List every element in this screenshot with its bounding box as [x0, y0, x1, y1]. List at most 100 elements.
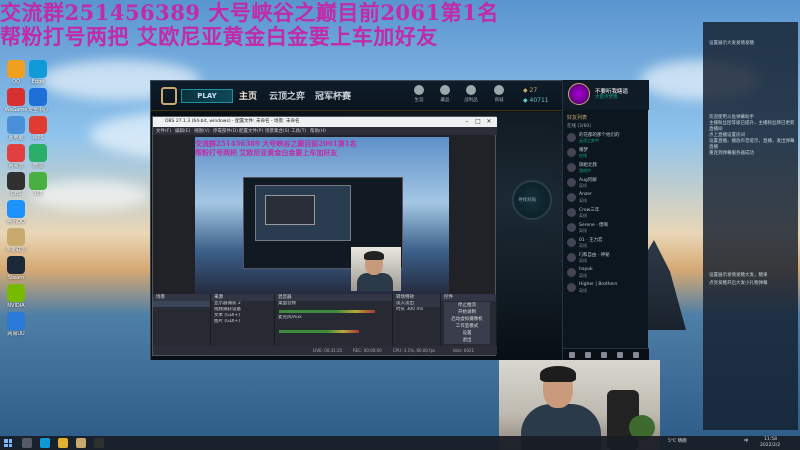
rec-time: REC: 00:00:00: [353, 348, 382, 353]
desktop-icon[interactable]: Steam: [2, 256, 30, 282]
audio-mixer-dock: 混音器 桌面音频 麦克风/Aux: [275, 294, 393, 346]
menu-edit[interactable]: 编辑(E): [175, 128, 190, 134]
mixer-track-mic: 麦克风/Aux: [278, 315, 302, 320]
input-language[interactable]: 中: [744, 438, 749, 444]
play-button[interactable]: PLAY: [181, 89, 233, 103]
stop-streaming-button[interactable]: 停止推流: [444, 302, 490, 309]
desktop-icon[interactable]: 网易UU: [2, 312, 30, 338]
clock-time[interactable]: 11:58: [764, 437, 777, 442]
friend-item[interactable]: Crow三年 离线: [567, 207, 647, 219]
friend-status: 离线: [579, 228, 587, 233]
nav-loot[interactable]: 战利品: [459, 85, 483, 103]
desktop-icon[interactable]: WPS: [24, 116, 52, 142]
weather[interactable]: 5°C 晴朗: [668, 438, 687, 444]
app-icon: [29, 88, 47, 106]
desktop-icon[interactable]: 腾讯QQ: [2, 200, 30, 226]
start-recording-button[interactable]: 开始录制: [444, 309, 490, 316]
menu-help[interactable]: 帮助(H): [310, 128, 326, 134]
app-icon: [7, 60, 25, 78]
friend-status: 游戏中: [579, 168, 591, 173]
league-taskbar-icon[interactable]: [76, 438, 86, 448]
search-icon[interactable]: [22, 438, 32, 448]
desktop-icon[interactable]: 英雄联盟: [2, 228, 30, 254]
menu-profile[interactable]: 配置文件(P): [239, 128, 263, 134]
find-match-button[interactable]: 寻找对局: [512, 180, 552, 220]
nav-profile[interactable]: 生涯: [407, 85, 431, 103]
explorer-taskbar-icon[interactable]: [58, 438, 68, 448]
chat-line: 设置展示发情发糖大发，糖果: [709, 273, 768, 278]
friend-avatar: [567, 283, 576, 292]
friend-item[interactable]: 的花都的那个他们的 云顶之弈中: [567, 132, 647, 144]
nav-tft[interactable]: 云顶之弈: [269, 89, 305, 102]
settings-button[interactable]: 设置: [444, 330, 490, 337]
obs-preview[interactable]: 交流群251456389 大号峡谷之巅目前2061第1名 帮粉打号两把 艾欧尼亚…: [195, 137, 449, 301]
chat-line: 点亮发糖开启大发小礼物弹幕: [709, 281, 768, 286]
friend-avatar: [567, 253, 576, 262]
help-icon[interactable]: [633, 352, 639, 358]
social-panel: 不要听我瞎逼 大佬点赞我 好友列表 在线 (3/60) 的花都的那个他们的 云顶之…: [562, 80, 649, 360]
friend-status: 离线: [579, 213, 587, 218]
be-balance: ◆ 40711: [523, 97, 549, 104]
summoner-avatar[interactable]: [568, 83, 590, 105]
sources-dock: 来源 显示器捕获 2 视频捕获设备 文本 (GDI+) 图片 (GDI+): [211, 294, 275, 346]
mic-icon[interactable]: [601, 352, 607, 358]
mission-icon[interactable]: [617, 352, 623, 358]
app-icon: [7, 200, 25, 218]
clock-date[interactable]: 2022/2/2: [760, 443, 780, 448]
friend-item[interactable]: 御姐北我 游戏中: [567, 162, 647, 174]
chat-icon[interactable]: [569, 352, 575, 358]
nav-home[interactable]: 主页: [239, 89, 257, 102]
live-time: LIVE: 00:31:25: [313, 348, 343, 353]
nav-collection[interactable]: 藏品: [433, 85, 457, 103]
desktop-icon[interactable]: 微信: [24, 144, 52, 170]
profile-icon: [414, 85, 424, 95]
obs-taskbar-icon[interactable]: [94, 438, 104, 448]
chat-line: 设置直播，播放声音提示，直播，发出弹幕: [709, 139, 795, 144]
friend-item[interactable]: Higher | Brothers 离线: [567, 282, 647, 294]
virtual-camera-button[interactable]: 启动虚拟摄像机: [444, 316, 490, 323]
close-icon[interactable]: ✕: [485, 118, 493, 126]
friend-avatar: [567, 208, 576, 217]
taskbar: 5°C 晴朗 中 11:58 2022/2/2: [0, 436, 800, 450]
nav-clash[interactable]: 冠军杯赛: [315, 89, 351, 102]
friend-item[interactable]: 耀梦 在线: [567, 147, 647, 159]
transition-duration[interactable]: 300 ms: [406, 307, 423, 312]
friend-item[interactable]: hayuk 离线: [567, 267, 647, 279]
chat-line: 设置展示大发发情发糖: [709, 41, 754, 46]
stream-overlay-line-2: 帮粉打号两把 艾欧尼亚黄金白金要上车加好友: [0, 24, 438, 49]
menu-view[interactable]: 视图(V): [194, 128, 210, 134]
app-icon: [7, 88, 25, 106]
desktop-icon[interactable]: 360: [24, 172, 52, 198]
friend-item[interactable]: Anzer 离线: [567, 192, 647, 204]
friend-item[interactable]: 01 · 王力宏 离线: [567, 237, 647, 249]
menu-scene-collection[interactable]: 场景集合(S): [265, 128, 289, 134]
desktop-icon[interactable]: Edge: [24, 60, 52, 86]
preview-webcam: [351, 247, 401, 291]
friend-item[interactable]: Serene · 傻啊 离线: [567, 222, 647, 234]
desktop-icon[interactable]: 安全中心: [24, 88, 52, 114]
exit-button[interactable]: 退出: [444, 337, 490, 344]
friend-item[interactable]: Fj和自由 · 神秘 离线: [567, 252, 647, 264]
desktop-icon[interactable]: NVIDIA: [2, 284, 30, 310]
online-count[interactable]: 在线 (3/60): [567, 123, 591, 129]
friend-name: Higher | Brothers: [579, 282, 618, 287]
menu-tools[interactable]: 工具(T): [291, 128, 306, 134]
source-item[interactable]: 图片 (GDI+): [211, 319, 274, 325]
nav-store[interactable]: 商城: [487, 85, 511, 103]
friend-avatar: [567, 238, 576, 247]
stream-overlay-line-1: 交流群251456389 大号峡谷之巅目前2061第1名: [0, 0, 499, 25]
friend-item[interactable]: Aug何解 离线: [567, 177, 647, 189]
menu-docks[interactable]: 停靠部件(D): [213, 128, 238, 134]
menu-file[interactable]: 文件(F): [156, 128, 171, 134]
friend-list-icon[interactable]: [585, 352, 591, 358]
studio-mode-button[interactable]: 工作室模式: [444, 323, 490, 330]
minimize-icon[interactable]: –: [463, 118, 471, 126]
obs-window-title: OBS 27.1.3 (64-bit, windows) - 配置文件: 未命名…: [165, 119, 300, 124]
maximize-icon[interactable]: □: [474, 118, 482, 126]
league-logo-icon: [161, 87, 177, 105]
collection-icon: [440, 85, 450, 95]
edge-taskbar-icon[interactable]: [40, 438, 50, 448]
windows-start-icon[interactable]: [4, 439, 12, 447]
friend-status: 离线: [579, 183, 587, 188]
summoner-status[interactable]: 大佬点赞我: [595, 94, 618, 100]
